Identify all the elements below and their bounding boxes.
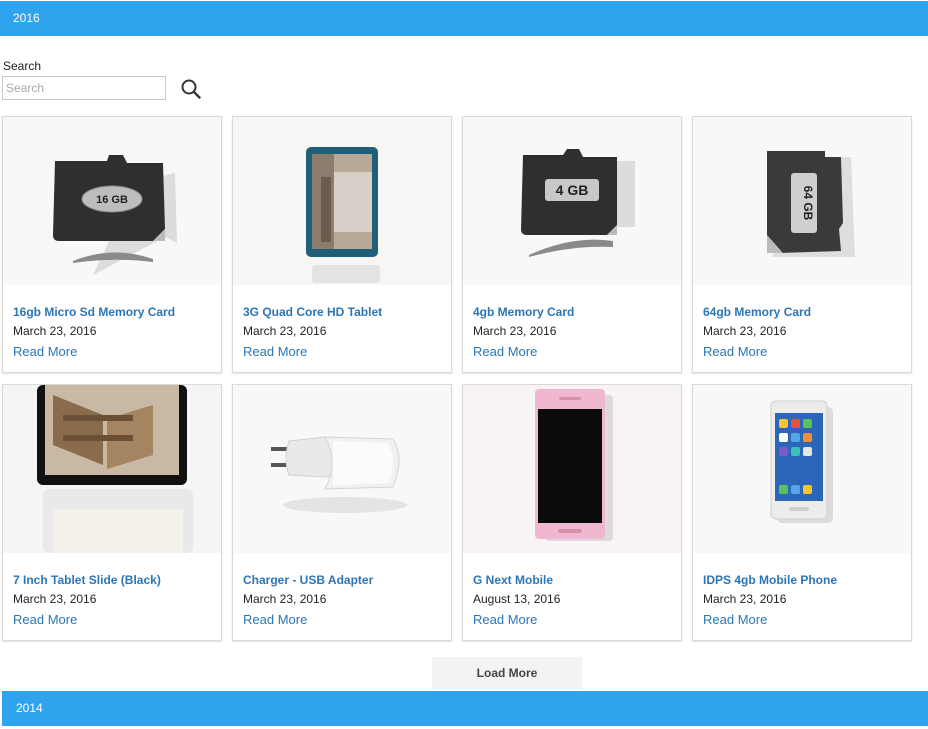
product-date: August 13, 2016 bbox=[473, 592, 561, 606]
read-more-link[interactable]: Read More bbox=[473, 344, 537, 359]
load-more-button[interactable]: Load More bbox=[432, 657, 582, 689]
product-card[interactable]: Charger - USB Adapter March 23, 2016 Rea… bbox=[232, 384, 452, 641]
card-capacity-label: 4 GB bbox=[556, 182, 589, 198]
search-label: Search bbox=[3, 59, 42, 73]
product-image[interactable]: 64 GB bbox=[693, 117, 911, 285]
product-title-link[interactable]: 16gb Micro Sd Memory Card bbox=[13, 305, 175, 319]
read-more-link[interactable]: Read More bbox=[13, 612, 77, 627]
product-image[interactable] bbox=[233, 385, 451, 553]
product-date: March 23, 2016 bbox=[703, 592, 787, 606]
read-more-link[interactable]: Read More bbox=[13, 344, 77, 359]
product-card[interactable]: 7 Inch Tablet Slide (Black) March 23, 20… bbox=[2, 384, 222, 641]
search-icon bbox=[181, 79, 201, 99]
product-date: March 23, 2016 bbox=[13, 324, 97, 338]
product-title-link[interactable]: Charger - USB Adapter bbox=[243, 573, 373, 587]
product-card[interactable]: G Next Mobile August 13, 2016 Read More bbox=[462, 384, 682, 641]
read-more-link[interactable]: Read More bbox=[703, 612, 767, 627]
product-image[interactable] bbox=[693, 385, 911, 553]
usb-charger-image bbox=[233, 385, 451, 553]
card-capacity-label: 64 GB bbox=[801, 186, 815, 221]
mobile-phone-image bbox=[463, 385, 681, 553]
product-card[interactable]: IDPS 4gb Mobile Phone March 23, 2016 Rea… bbox=[692, 384, 912, 641]
read-more-link[interactable]: Read More bbox=[243, 612, 307, 627]
product-date: March 23, 2016 bbox=[473, 324, 557, 338]
product-title-link[interactable]: IDPS 4gb Mobile Phone bbox=[703, 573, 837, 587]
memory-card-image: 64 GB bbox=[693, 117, 911, 285]
tablet-slide-image bbox=[3, 385, 221, 553]
search-button[interactable] bbox=[180, 78, 202, 100]
product-image[interactable]: 4 GB bbox=[463, 117, 681, 285]
product-title-link[interactable]: 3G Quad Core HD Tablet bbox=[243, 305, 382, 319]
product-image[interactable] bbox=[233, 117, 451, 285]
product-title-link[interactable]: 64gb Memory Card bbox=[703, 305, 811, 319]
card-capacity-label: 16 GB bbox=[96, 194, 128, 206]
product-date: March 23, 2016 bbox=[703, 324, 787, 338]
read-more-link[interactable]: Read More bbox=[473, 612, 537, 627]
read-more-link[interactable]: Read More bbox=[243, 344, 307, 359]
year-label: 2016 bbox=[13, 11, 40, 25]
tablet-image bbox=[233, 117, 451, 285]
micro-sd-card-image: 16 GB bbox=[3, 117, 221, 285]
product-title-link[interactable]: 4gb Memory Card bbox=[473, 305, 574, 319]
product-date: March 23, 2016 bbox=[243, 592, 327, 606]
year-header-2016[interactable]: 2016 bbox=[0, 1, 928, 36]
product-card[interactable]: 4 GB 4gb Memory Card March 23, 2016 Read… bbox=[462, 116, 682, 373]
product-date: March 23, 2016 bbox=[243, 324, 327, 338]
product-title-link[interactable]: 7 Inch Tablet Slide (Black) bbox=[13, 573, 161, 587]
read-more-link[interactable]: Read More bbox=[703, 344, 767, 359]
product-card[interactable]: 64 GB 64gb Memory Card March 23, 2016 Re… bbox=[692, 116, 912, 373]
memory-card-image: 4 GB bbox=[463, 117, 681, 285]
mobile-phone-image bbox=[693, 385, 911, 553]
product-card[interactable]: 3G Quad Core HD Tablet March 23, 2016 Re… bbox=[232, 116, 452, 373]
product-title-link[interactable]: G Next Mobile bbox=[473, 573, 553, 587]
product-card[interactable]: 16 GB 16gb Micro Sd Memory Card March 23… bbox=[2, 116, 222, 373]
search-input[interactable] bbox=[2, 76, 166, 100]
year-label: 2014 bbox=[16, 701, 43, 715]
product-image[interactable] bbox=[463, 385, 681, 553]
product-image[interactable]: 16 GB bbox=[3, 117, 221, 285]
product-image[interactable] bbox=[3, 385, 221, 553]
product-date: March 23, 2016 bbox=[13, 592, 97, 606]
year-header-2014[interactable]: 2014 bbox=[2, 691, 928, 726]
